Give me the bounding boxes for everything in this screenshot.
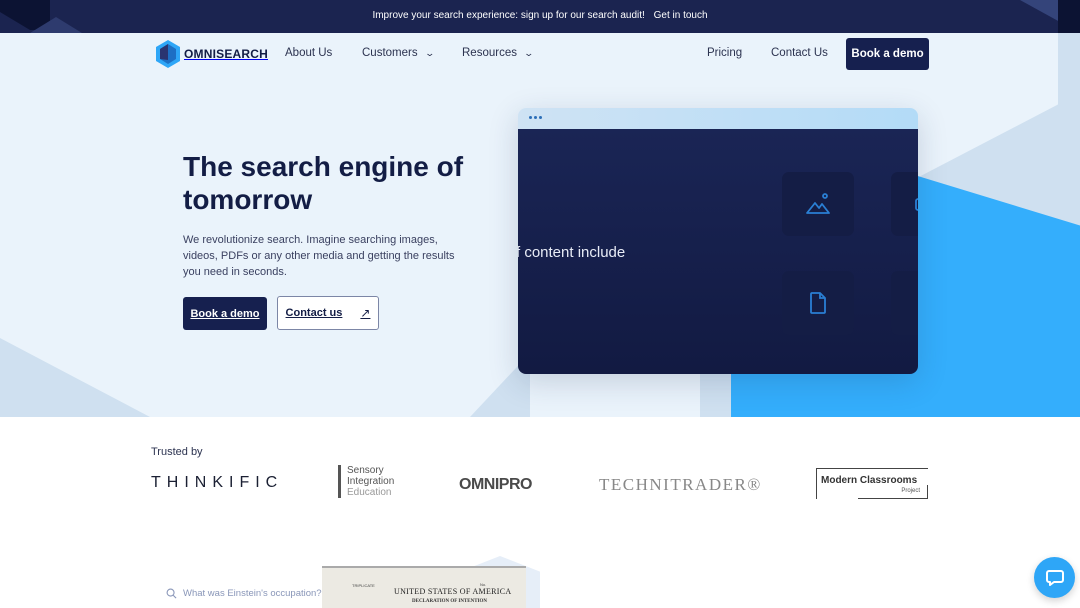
modern-classrooms-logo: Modern Classrooms Project <box>816 468 928 499</box>
main-nav: OMNISEARCH About Us Customers ⌄ Resource… <box>0 33 1080 77</box>
chevron-down-icon: ⌄ <box>424 47 435 58</box>
nav-pricing[interactable]: Pricing <box>707 47 742 59</box>
contact-us-button[interactable]: Contact us ↗ <box>277 296 379 330</box>
logo-text: Integration <box>347 476 395 487</box>
omnisearch-logo-icon <box>156 40 180 68</box>
video-icon <box>915 198 918 211</box>
nav-contact-us[interactable]: Contact Us <box>771 47 828 59</box>
browser-mockup: f content include <box>518 108 918 374</box>
document-label: TRIPLICATE <box>352 583 375 588</box>
window-dots-icon <box>529 116 542 119</box>
logo-text: Education <box>347 487 392 498</box>
trusted-by-label: Trusted by <box>151 446 203 458</box>
logo-text: Modern Classrooms <box>821 475 918 486</box>
hero-subtitle: We revolutionize search. Imagine searchi… <box>183 234 455 278</box>
contact-us-label: Contact us <box>285 307 343 319</box>
chat-bubble-icon <box>1045 569 1064 586</box>
document-heading: UNITED STATES OF AMERICA <box>394 587 512 596</box>
document-icon <box>810 292 826 314</box>
document-subheading: DECLARATION OF INTENTION <box>412 599 488 604</box>
nav-about-us[interactable]: About Us <box>285 47 332 59</box>
media-tile-video <box>891 172 918 236</box>
media-tile-document <box>782 271 854 335</box>
brand-logo[interactable]: OMNISEARCH <box>156 40 268 68</box>
announcement-message: Improve your search experience: sign up … <box>372 10 645 21</box>
image-icon <box>806 193 830 214</box>
nav-book-demo-button[interactable]: Book a demo <box>846 38 929 70</box>
media-tile-image <box>782 172 854 236</box>
logo-text: Project <box>901 488 920 494</box>
document-preview-image: TRIPLICATE No. UNITED STATES OF AMERICA … <box>322 566 526 608</box>
get-in-touch-link[interactable]: Get in touch <box>654 10 708 21</box>
mockup-titlebar <box>518 108 918 129</box>
nav-label: Contact Us <box>771 47 828 59</box>
demo-search-query: What was Einstein's occupation? <box>166 588 322 599</box>
announcement-text: Improve your search experience: sign up … <box>0 10 1080 21</box>
book-demo-button[interactable]: Book a demo <box>183 297 267 330</box>
technitrader-logo: TECHNITRADER® <box>599 475 762 494</box>
media-tile-other <box>891 271 918 335</box>
hero-title: The search engine of tomorrow <box>183 151 464 215</box>
brand-name: OMNISEARCH <box>184 47 269 61</box>
nav-label: About Us <box>285 47 333 59</box>
sensory-integration-education-logo: Sensory Integration Education <box>338 465 394 498</box>
thinkific-logo: THINKIFIC <box>151 474 284 491</box>
nav-resources-dropdown[interactable]: Resources ⌄ <box>462 47 535 59</box>
search-query-text: What was Einstein's occupation? <box>183 588 322 599</box>
chevron-down-icon: ⌄ <box>523 47 535 58</box>
announcement-bar: Improve your search experience: sign up … <box>0 0 1080 33</box>
nav-label: Pricing <box>707 47 743 59</box>
mockup-content: f content include <box>518 129 918 374</box>
nav-customers-dropdown[interactable]: Customers ⌄ <box>362 47 435 59</box>
logo-text: Sensory <box>347 465 384 476</box>
chat-widget-button[interactable] <box>1034 557 1075 598</box>
nav-label: Customers <box>362 47 418 59</box>
decorative-shape <box>0 338 150 417</box>
animated-headline: f content include <box>518 244 626 261</box>
nav-label: Resources <box>462 47 517 59</box>
arrow-up-right-icon: ↗ <box>360 306 371 320</box>
omnipro-logo: OMNIPRO <box>459 476 532 493</box>
search-icon <box>166 588 177 599</box>
